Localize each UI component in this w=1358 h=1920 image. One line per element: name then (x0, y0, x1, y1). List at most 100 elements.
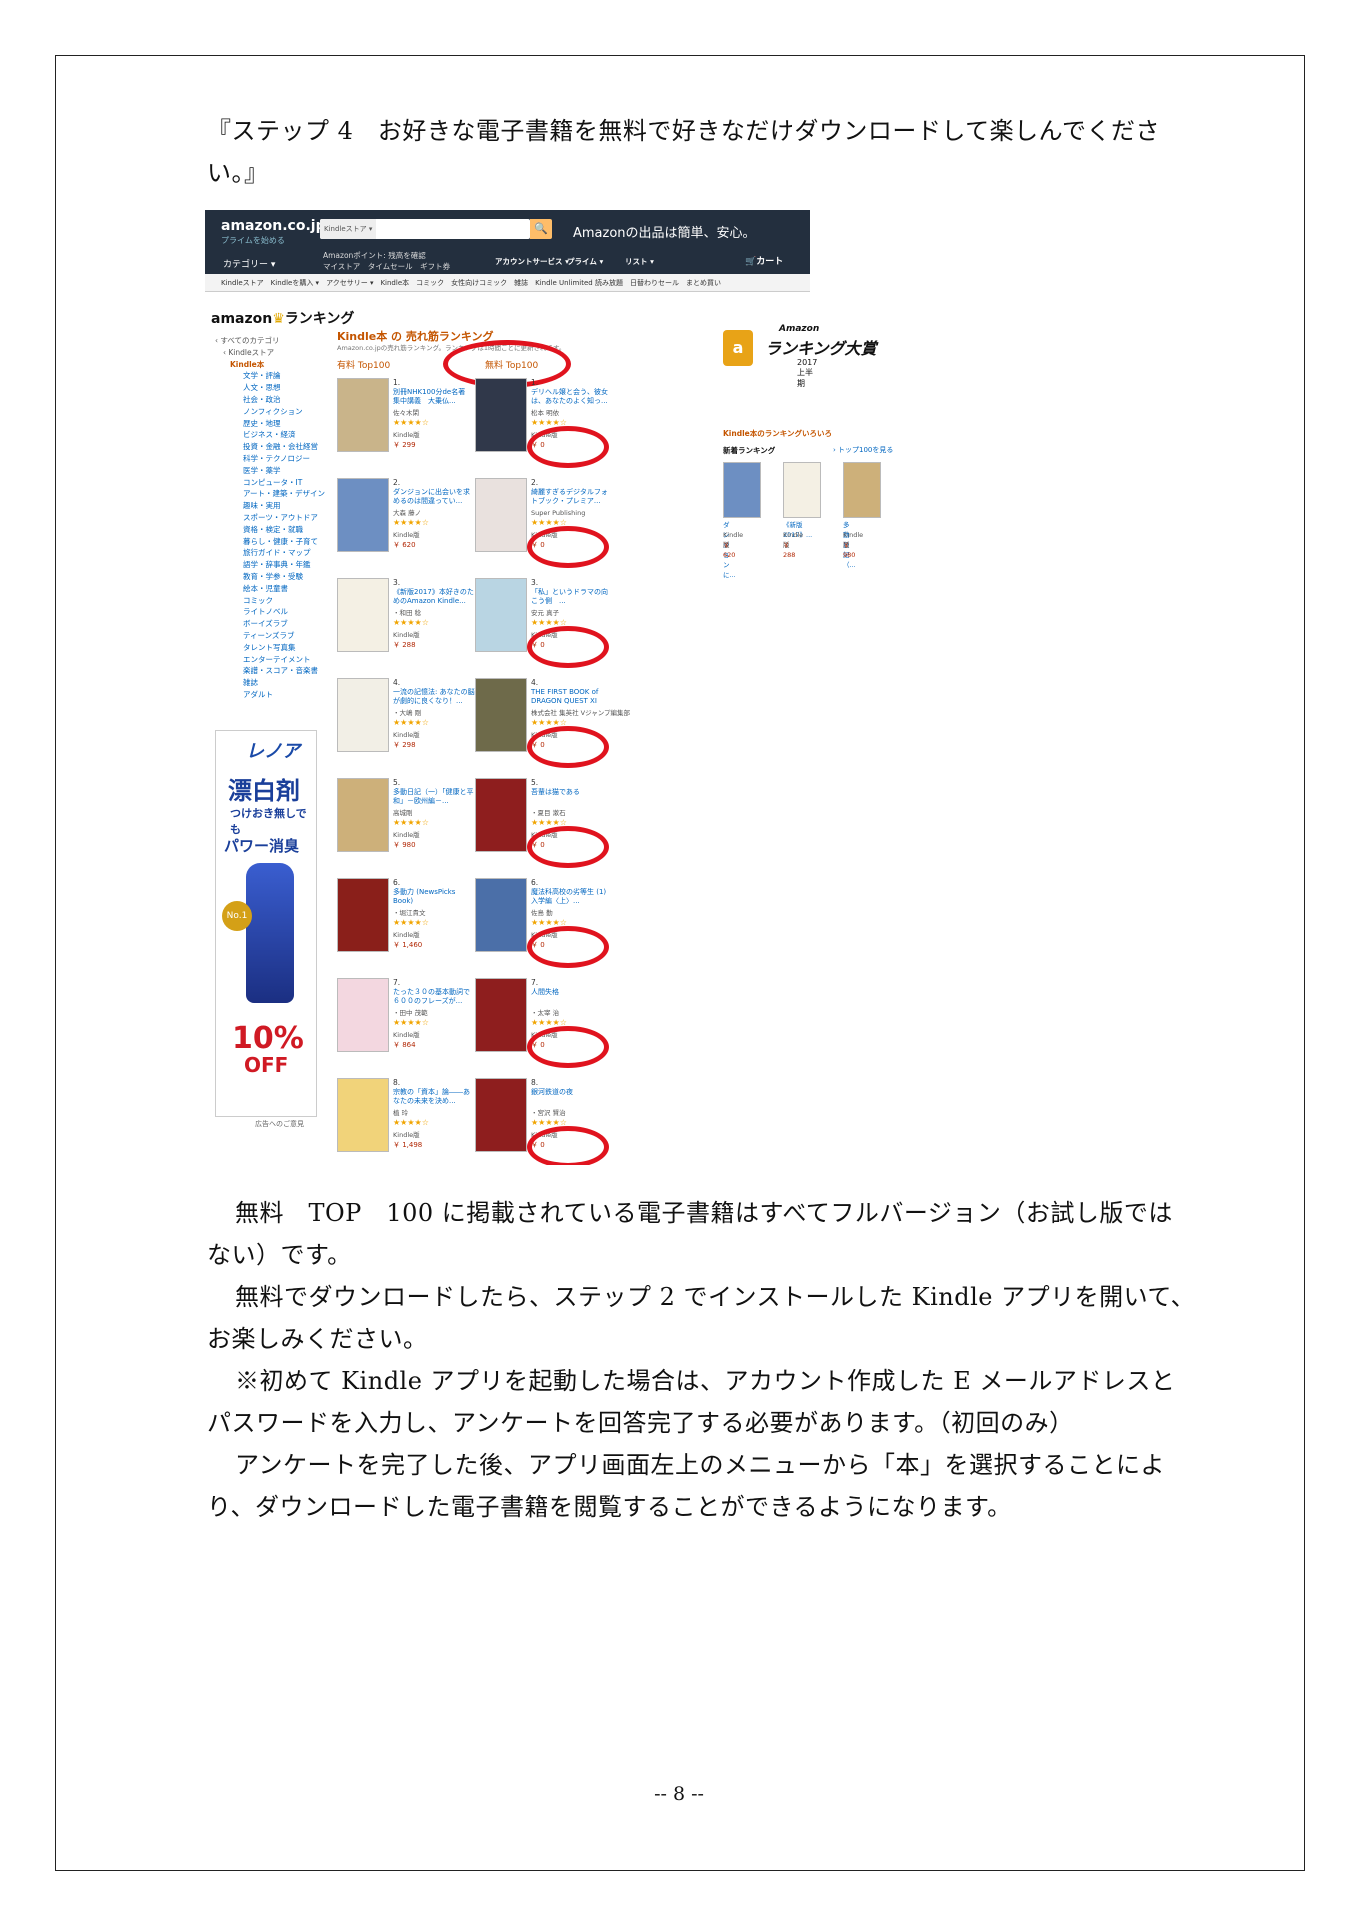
sidebar-category-item[interactable]: ライトノベル (215, 606, 325, 618)
sidebar-category-item[interactable]: 医学・薬学 (215, 465, 325, 477)
promo-banner[interactable]: Amazonの出品は簡単、安心。 (573, 222, 756, 241)
book-title-link[interactable]: 銀河鉄道の夜 (531, 1088, 613, 1097)
star-rating-icon[interactable]: ★★★★☆ (393, 1118, 429, 1128)
book-title-link[interactable]: 多動力 (NewsPicks Book) (393, 888, 475, 906)
sidebar-category-item[interactable]: エンターテイメント (215, 654, 325, 666)
book-cover-image[interactable] (475, 478, 527, 552)
book-title-link[interactable]: 多動日記（一）「健康と平和」－欧州編－... (393, 788, 475, 806)
sidebar-category-item[interactable]: コンピュータ・IT (215, 477, 325, 489)
book-title-link[interactable]: 別冊NHK100分de名著 集中講義 大乗仏... (393, 388, 475, 406)
sidebar-category-item[interactable]: 科学・テクノロジー (215, 453, 325, 465)
sidebar-category-item[interactable]: アダルト (215, 689, 325, 701)
sidebar-category-item[interactable]: アート・建築・デザイン (215, 488, 325, 500)
new-book-cover[interactable] (723, 462, 761, 518)
book-cover-image[interactable] (475, 678, 527, 752)
book-title-link[interactable]: 魔法科高校の劣等生 (1) 入学編〈上〉... (531, 888, 613, 906)
book-title-link[interactable]: 《新版2017》本好きのためのAmazon Kindle... (393, 588, 475, 606)
points-link[interactable]: Amazonポイント: 残高を確認 マイストア タイムセール ギフト券 (323, 250, 450, 272)
book-cover-image[interactable] (337, 578, 389, 652)
star-rating-icon[interactable]: ★★★★☆ (393, 718, 429, 728)
book-title-link[interactable]: デリヘル嬢と会う、彼女は、あなたのよく知っ... (531, 388, 613, 406)
search-scope[interactable]: Kindleストア ▾ (320, 219, 376, 239)
star-rating-icon[interactable]: ★★★★☆ (393, 518, 429, 528)
book-price: ￥ 620 (393, 541, 416, 549)
book-title-link[interactable]: 一流の記憶法: あなたの脳が劇的に良くなり！... (393, 688, 475, 706)
star-rating-icon[interactable]: ★★★★☆ (393, 418, 429, 428)
cart-button[interactable]: 🛒カート (745, 254, 783, 267)
book-author: ・堀江貴文 (393, 909, 426, 917)
all-categories-link[interactable]: ‹ すべてのカテゴリ (215, 335, 325, 347)
categories-menu[interactable]: カテゴリー ▾ (223, 257, 275, 270)
book-cover-image[interactable] (475, 778, 527, 852)
book-title-link[interactable]: 吾輩は猫である (531, 788, 613, 797)
new-book-price: ￥ 288 (783, 541, 796, 559)
sidebar-category-item[interactable]: 暮らし・健康・子育て (215, 536, 325, 548)
ranking-logo-text: ランキング (284, 311, 355, 327)
sidebar-category-item[interactable]: 絵本・児童書 (215, 583, 325, 595)
sidebar-category-item[interactable]: 旅行ガイド・マップ (215, 547, 325, 559)
sub-navigation[interactable]: Kindleストア Kindleを購入 ▾ アクセサリー ▾ Kindle本 コ… (205, 274, 810, 292)
book-title-link[interactable]: 宗教の「資本」論――あなたの未来を決め... (393, 1088, 475, 1106)
sidebar-category-item[interactable]: 社会・政治 (215, 394, 325, 406)
rank-number: 3. (393, 578, 401, 587)
new-book-cover[interactable] (783, 462, 821, 518)
book-cover-image[interactable] (337, 778, 389, 852)
book-cover-image[interactable] (475, 978, 527, 1052)
book-cover-image[interactable] (337, 378, 389, 452)
kindle-store-link[interactable]: ‹ Kindleストア (215, 347, 325, 359)
book-title-link[interactable]: 人間失格 (531, 988, 613, 997)
sidebar-category-item[interactable]: 投資・金融・会社経営 (215, 441, 325, 453)
book-cover-image[interactable] (475, 878, 527, 952)
sidebar-category-item[interactable]: 教育・学参・受験 (215, 571, 325, 583)
search-icon[interactable]: 🔍 (530, 219, 552, 239)
book-author: 大森 藤ノ (393, 509, 422, 517)
book-cover-image[interactable] (337, 878, 389, 952)
search-box[interactable]: Kindleストア ▾ 🔍 (320, 219, 552, 239)
book-format: Kindle版 (393, 931, 420, 939)
sidebar-category-item[interactable]: 文学・評論 (215, 370, 325, 382)
top100-link[interactable]: › トップ100を見る (833, 445, 893, 455)
account-menu[interactable]: アカウントサービス ▾ (495, 256, 569, 267)
sidebar-category-item[interactable]: コミック (215, 595, 325, 607)
sidebar-category-item[interactable]: スポーツ・アウトドア (215, 512, 325, 524)
book-cover-image[interactable] (337, 1078, 389, 1152)
star-rating-icon[interactable]: ★★★★☆ (393, 1018, 429, 1028)
sidebar-category-item[interactable]: タレント写真集 (215, 642, 325, 654)
sidebar-category-item[interactable]: 資格・検定・就職 (215, 524, 325, 536)
sidebar-category-item[interactable]: 雑誌 (215, 677, 325, 689)
star-rating-icon[interactable]: ★★★★☆ (393, 818, 429, 828)
book-title-link[interactable]: たった３０の基本動詞で６００のフレーズが... (393, 988, 475, 1006)
sidebar-category-item[interactable]: 楽譜・スコア・音楽書 (215, 665, 325, 677)
sidebar-category-item[interactable]: 趣味・実用 (215, 500, 325, 512)
book-cover-image[interactable] (475, 1078, 527, 1152)
sidebar-category-item[interactable]: ビジネス・経済 (215, 429, 325, 441)
book-cover-image[interactable] (475, 378, 527, 452)
tab-paid-top100[interactable]: 有料 Top100 (337, 358, 390, 371)
book-title-link[interactable]: ダンジョンに出会いを求めるのは間違ってい... (393, 488, 475, 506)
amazon-logo[interactable]: amazon.co.jp (221, 218, 326, 234)
star-rating-icon[interactable]: ★★★★☆ (393, 918, 429, 928)
sidebar-category-item[interactable]: ボーイズラブ (215, 618, 325, 630)
book-cover-image[interactable] (337, 678, 389, 752)
sidebar-category-item[interactable]: 歴史・地理 (215, 418, 325, 430)
prime-menu[interactable]: プライム ▾ (567, 256, 603, 267)
prime-link[interactable]: プライムを始める (221, 235, 285, 246)
wishlist-menu[interactable]: リスト ▾ (625, 256, 654, 267)
sidebar-category-item[interactable]: 人文・思想 (215, 382, 325, 394)
new-book-cover[interactable] (843, 462, 881, 518)
product-bottle-image (246, 863, 294, 1003)
lenor-advertisement[interactable]: レノア 漂白剤 つけおき無しでも パワー消臭 No.1 10% OFF (215, 730, 317, 1117)
book-cover-image[interactable] (475, 578, 527, 652)
sidebar-category-item[interactable]: 語学・辞事典・年鑑 (215, 559, 325, 571)
book-title-link[interactable]: THE FIRST BOOK of DRAGON QUEST XI (531, 688, 613, 706)
rank-number: 7. (531, 978, 539, 987)
ad-feedback-link[interactable]: 広告へのご意見 (255, 1119, 304, 1129)
award-badge-icon: a (723, 330, 753, 366)
star-rating-icon[interactable]: ★★★★☆ (393, 618, 429, 628)
sidebar-category-item[interactable]: ノンフィクション (215, 406, 325, 418)
sidebar-category-item[interactable]: ティーンズラブ (215, 630, 325, 642)
book-title-link[interactable]: 綺麗すぎるデジタルフォトブック・プレミア... (531, 488, 613, 506)
book-cover-image[interactable] (337, 478, 389, 552)
book-title-link[interactable]: 「私」というドラマの向こう側 ... (531, 588, 613, 606)
book-cover-image[interactable] (337, 978, 389, 1052)
